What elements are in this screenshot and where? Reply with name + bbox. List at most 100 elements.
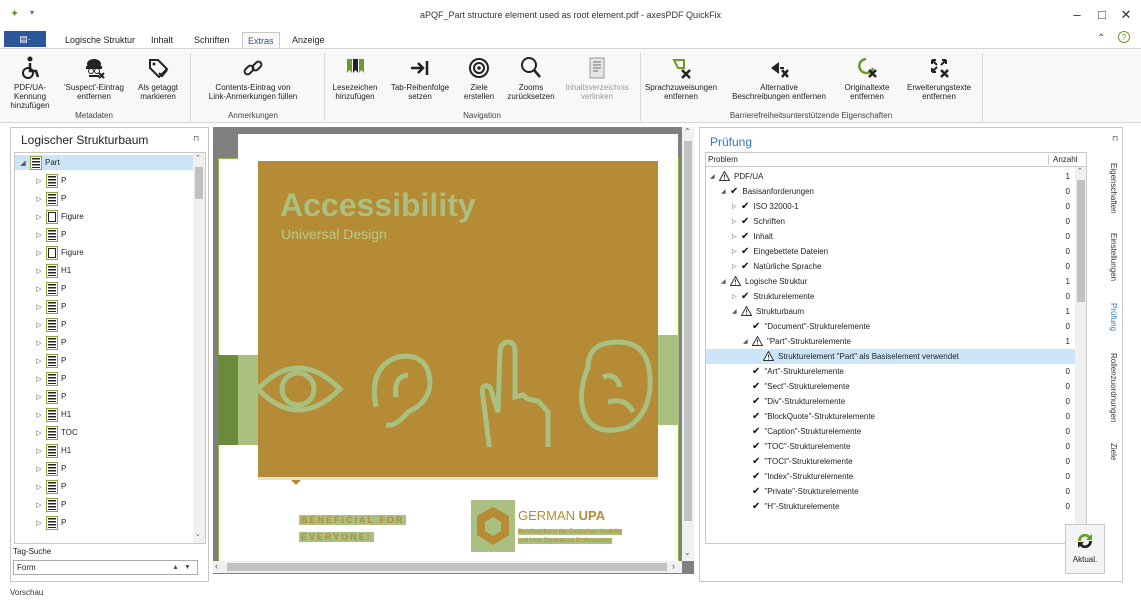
tree-node[interactable]: ▷ Figure <box>15 209 185 224</box>
tab-inhalt[interactable]: Inhalt <box>146 32 178 48</box>
check-row[interactable]: ▷ ✔ Eingebettete Dateien 0 <box>706 244 1076 259</box>
check-results-table[interactable]: Problem Anzahl ◢ PDF/UA 1 ◢ ✔ Basisanforderun… <box>705 152 1087 544</box>
check-row[interactable]: ✔ "BlockQuote"-Strukturelemente 0 <box>706 409 1076 424</box>
collapse-icon[interactable]: ◢ <box>19 159 27 167</box>
tree-node[interactable]: ▷ H1 <box>15 443 185 458</box>
collapse-ribbon-icon[interactable]: ⌃ <box>1097 33 1105 44</box>
bookmark-add-button[interactable]: Lesezeichen hinzufügen <box>327 53 383 101</box>
zoom-reset-button[interactable]: Zooms zurücksetzen <box>501 53 561 101</box>
mark-tagged-button[interactable]: Als getaggt markieren <box>130 53 186 101</box>
tree-node[interactable]: ▷ P <box>15 191 185 206</box>
spinner-up-icon[interactable]: ▲ <box>172 561 179 574</box>
scrollbar-thumb[interactable] <box>195 167 203 199</box>
pdfua-add-button[interactable]: PDF/UA-Kennung hinzufügen <box>2 53 58 110</box>
expand-icon[interactable]: ▷ <box>35 195 43 203</box>
check-row[interactable]: ✔ "Div"-Strukturelemente 0 <box>706 394 1076 409</box>
scroll-right-icon[interactable]: › <box>672 561 675 571</box>
check-row[interactable]: ✔ "Private"-Strukturelemente 0 <box>706 484 1076 499</box>
scroll-up-icon[interactable]: ⌃ <box>195 154 201 162</box>
targets-create-button[interactable]: Ziele erstellen <box>457 53 501 101</box>
contents-link-fill-button[interactable]: Contents-Eintrag von Link-Anmerkungen fü… <box>193 53 313 101</box>
tree-node[interactable]: ▷ P <box>15 173 185 188</box>
expand-icon[interactable]: ▷ <box>35 357 43 365</box>
check-row[interactable]: ▷ ✔ ISO 32000-1 0 <box>706 199 1076 214</box>
expand-icon[interactable]: ▷ <box>732 218 741 225</box>
tree-node[interactable]: ◢ Part <box>15 155 193 170</box>
side-tab-rollenzuordnungen[interactable]: Rollenzuordnungen <box>1109 353 1118 422</box>
check-row[interactable]: ◢ Logische Struktur 1 <box>706 274 1076 289</box>
check-row[interactable]: ◢ ✔ Basisanforderungen 0 <box>706 184 1076 199</box>
table-scrollbar[interactable]: ⌃ ⌄ <box>1075 167 1086 543</box>
check-row[interactable]: ▷ ✔ Schriften 0 <box>706 214 1076 229</box>
check-row[interactable]: ✔ "Art"-Strukturelemente 0 <box>706 364 1076 379</box>
scroll-down-icon[interactable]: ⌄ <box>195 530 201 538</box>
help-icon[interactable]: ? <box>1118 31 1130 43</box>
pin-icon[interactable]: ⊓ <box>193 134 199 143</box>
expand-icon[interactable]: ▷ <box>35 321 43 329</box>
column-problem[interactable]: Problem <box>708 155 738 164</box>
side-tab-einstellungen[interactable]: Einstellungen <box>1109 233 1118 281</box>
check-row[interactable]: ✔ "Document"-Strukturelemente 0 <box>706 319 1076 334</box>
expand-icon[interactable]: ▷ <box>35 429 43 437</box>
toc-link-button[interactable]: Inhaltsverzeichnis verlinken <box>561 53 633 101</box>
scroll-down-icon[interactable]: ⌄ <box>684 548 691 557</box>
tree-node[interactable]: ▷ P <box>15 371 185 386</box>
structure-tree[interactable]: ◢ Part ▷ P ▷ P ▷ Figure ▷ P ▷ Figure ▷ H1 ▷ P ▷ P ▷ P ▷ P ▷ P ▷ P… <box>14 152 206 544</box>
expand-icon[interactable]: ▷ <box>35 483 43 491</box>
tag-search-input[interactable]: Form ▲ ▼ <box>13 560 198 575</box>
expand-icon[interactable]: ▷ <box>732 203 741 210</box>
check-row[interactable]: ◢ "Part"-Strukturelemente 1 <box>706 334 1076 349</box>
tab-extras[interactable]: Extras <box>242 32 280 48</box>
collapse-icon[interactable]: ◢ <box>710 173 719 180</box>
tree-node[interactable]: ▷ H1 <box>15 263 185 278</box>
expand-icon[interactable]: ▷ <box>35 339 43 347</box>
tree-node[interactable]: ▷ P <box>15 497 185 512</box>
expand-icon[interactable]: ▷ <box>35 519 43 527</box>
tree-node[interactable]: ▷ P <box>15 479 185 494</box>
side-tab-pruefung[interactable]: Prüfung <box>1109 303 1118 331</box>
tree-node[interactable]: ▷ P <box>15 335 185 350</box>
side-tab-eigenschaften[interactable]: Eigenschaften <box>1109 163 1118 214</box>
tree-node[interactable]: ▷ H1 <box>15 407 185 422</box>
column-count[interactable]: Anzahl <box>1048 155 1077 164</box>
tab-logische-struktur[interactable]: Logische Struktur <box>60 32 140 48</box>
expand-icon[interactable]: ▷ <box>732 233 741 240</box>
expand-icon[interactable]: ▷ <box>35 267 43 275</box>
tree-node[interactable]: ▷ P <box>15 389 185 404</box>
close-button[interactable]: ✕ <box>1112 4 1140 26</box>
expansion-texts-remove-button[interactable]: Erweiterungstexte entfernen <box>899 53 979 101</box>
preview-vertical-scrollbar[interactable]: ⌃ ⌄ <box>682 127 694 561</box>
scrollbar-thumb[interactable] <box>684 141 692 521</box>
spinner-down-icon[interactable]: ▼ <box>184 561 191 574</box>
scroll-up-icon[interactable]: ⌃ <box>684 127 691 136</box>
expand-icon[interactable]: ▷ <box>35 249 43 257</box>
scrollbar-thumb[interactable] <box>1077 180 1085 302</box>
tree-node[interactable]: ▷ P <box>15 461 185 476</box>
expand-icon[interactable]: ▷ <box>35 213 43 221</box>
check-row[interactable]: ◢ PDF/UA 1 <box>706 169 1076 184</box>
expand-icon[interactable]: ▷ <box>35 465 43 473</box>
collapse-icon[interactable]: ◢ <box>721 278 730 285</box>
expand-icon[interactable]: ▷ <box>732 293 741 300</box>
scroll-up-icon[interactable]: ⌃ <box>1077 167 1083 175</box>
check-row[interactable]: ✔ "TOC"-Strukturelemente 0 <box>706 439 1076 454</box>
tab-anzeige[interactable]: Anzeige <box>287 32 330 48</box>
tree-node[interactable]: ▷ Figure <box>15 245 185 260</box>
preview-panel[interactable]: Accessibility Universal Design BENEFICIA… <box>213 127 694 574</box>
collapse-icon[interactable]: ◢ <box>721 188 730 195</box>
tree-scrollbar[interactable]: ⌃ ⌄ <box>193 153 205 543</box>
expand-icon[interactable]: ▷ <box>35 501 43 509</box>
check-row[interactable]: ◢ Strukturbaum 1 <box>706 304 1076 319</box>
pin-icon[interactable]: ⊓ <box>1112 134 1118 143</box>
suspect-remove-button[interactable]: 'Suspect'-Eintrag entfernen <box>60 53 128 101</box>
collapse-icon[interactable]: ◢ <box>743 338 752 345</box>
refresh-button[interactable]: Aktual. <box>1065 524 1105 574</box>
original-texts-remove-button[interactable]: Originaltexte entfernen <box>837 53 897 101</box>
expand-icon[interactable]: ▷ <box>732 263 741 270</box>
check-row[interactable]: ✔ "Index"-Strukturelemente 0 <box>706 469 1076 484</box>
check-row[interactable]: ▷ ✔ Inhalt 0 <box>706 229 1076 244</box>
expand-icon[interactable]: ▷ <box>35 303 43 311</box>
check-row[interactable]: Strukturelement "Part" als Basiselement … <box>706 349 1076 364</box>
check-row[interactable]: ✔ "H"-Strukturelemente 0 <box>706 499 1076 514</box>
check-row[interactable]: ✔ "Sect"-Strukturelemente 0 <box>706 379 1076 394</box>
